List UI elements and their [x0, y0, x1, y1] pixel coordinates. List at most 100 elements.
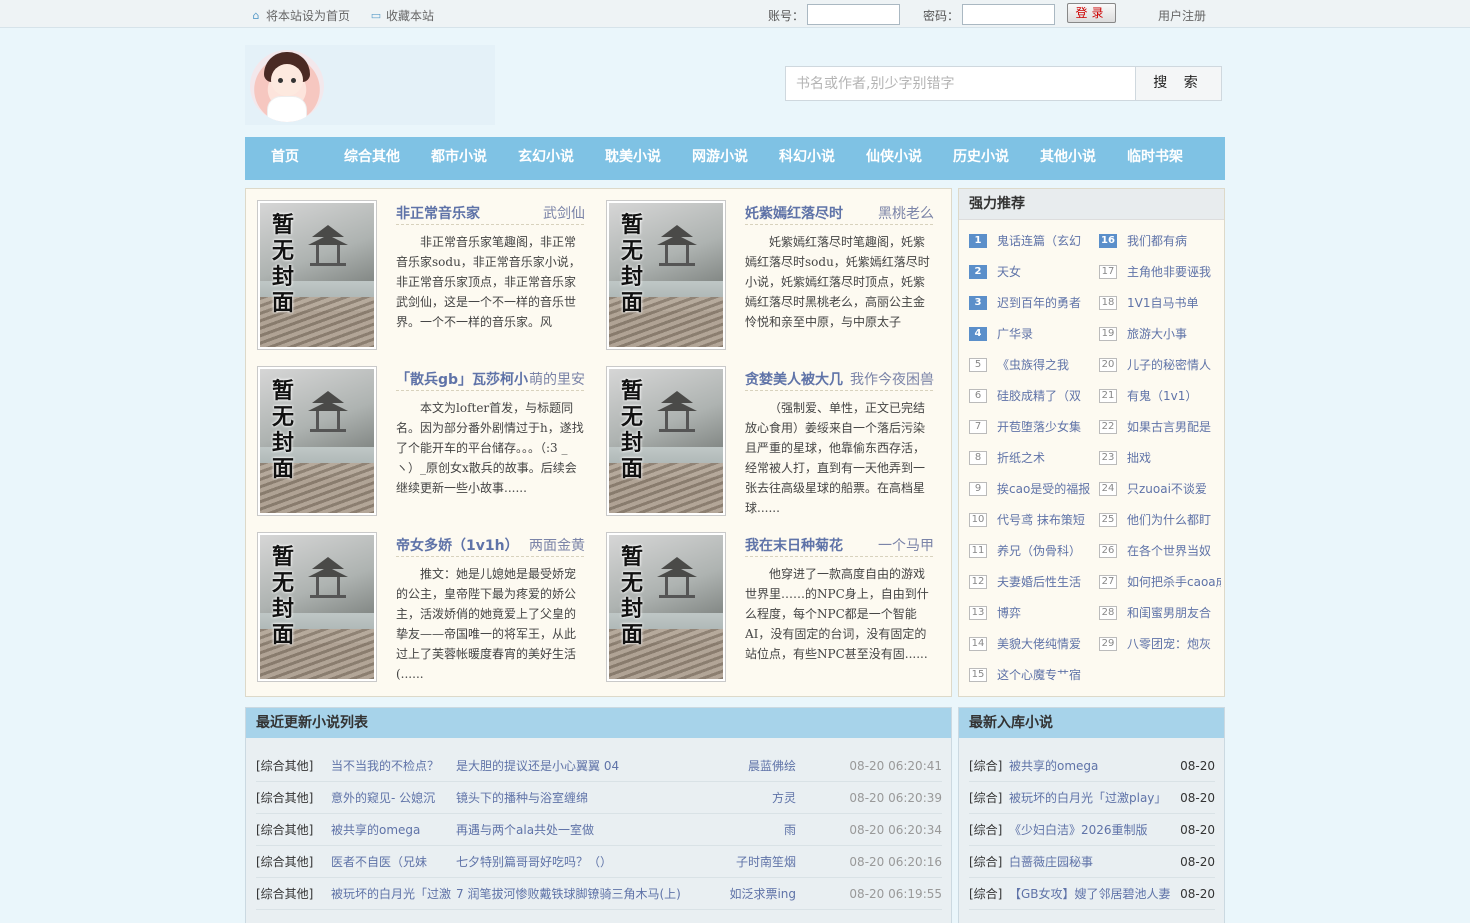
recommend-title[interactable]: 在各个世界当奴: [1127, 542, 1211, 559]
nav-item[interactable]: 综合其他: [332, 137, 412, 180]
recommend-title[interactable]: 养兄（伪骨科）: [997, 542, 1081, 559]
update-chapter[interactable]: 再遇与两个ala共处一室做: [456, 814, 696, 846]
update-category[interactable]: [综合其他]: [256, 750, 326, 782]
recommend-item[interactable]: 7 开苞堕落少女集: [969, 418, 1091, 435]
recommend-title[interactable]: 只zuoai不谈爱: [1127, 480, 1207, 497]
recommend-item[interactable]: 22 如果古言男配是: [1099, 418, 1221, 435]
account-input[interactable]: [807, 4, 900, 25]
update-author[interactable]: 方灵: [706, 782, 796, 814]
recommend-item[interactable]: 3 迟到百年的勇者: [969, 294, 1091, 311]
book-author[interactable]: 黑桃老么: [845, 203, 934, 223]
recommend-title[interactable]: 迟到百年的勇者: [997, 294, 1081, 311]
recommend-title[interactable]: 儿子的秘密情人: [1127, 356, 1211, 373]
nav-item[interactable]: 首页: [245, 137, 325, 180]
login-button[interactable]: 登录: [1067, 3, 1116, 23]
password-input[interactable]: [962, 4, 1055, 25]
book-title[interactable]: 非正常音乐家: [396, 203, 480, 223]
recommend-title[interactable]: 拙戏: [1127, 449, 1151, 466]
update-book-title[interactable]: 医者不自医（兄妹: [331, 846, 451, 878]
newest-category[interactable]: [综合]: [969, 846, 1009, 878]
recommend-item[interactable]: 21 有鬼（1v1）: [1099, 387, 1221, 404]
nav-item[interactable]: 临时书架: [1115, 137, 1195, 180]
recommend-item[interactable]: 24 只zuoai不谈爱: [1099, 480, 1221, 497]
recommend-item[interactable]: 1 鬼话连篇（玄幻: [969, 232, 1091, 249]
recommend-item[interactable]: 8 折纸之术: [969, 449, 1091, 466]
newest-book-title[interactable]: 【GB女攻】嫂了邻居碧池人妻: [1009, 878, 1174, 910]
recommend-item[interactable]: 17 主角他非要诬我: [1099, 263, 1221, 280]
update-chapter[interactable]: 镜头下的播种与浴室缠绵: [456, 782, 696, 814]
recommend-title[interactable]: 《虫族得之我: [997, 356, 1069, 373]
book-author[interactable]: 我作今夜困兽: [845, 369, 934, 389]
bookmark-link[interactable]: ▭ 收藏本站: [370, 7, 434, 24]
recommend-title[interactable]: 1V1自马书单: [1127, 294, 1198, 311]
recommend-item[interactable]: 23 拙戏: [1099, 449, 1221, 466]
book-title[interactable]: 奼紫嫣红落尽时: [745, 203, 843, 223]
newest-category[interactable]: [综合]: [969, 814, 1009, 846]
update-category[interactable]: [综合其他]: [256, 782, 326, 814]
update-chapter[interactable]: 是大胆的提议还是小心翼翼 04: [456, 750, 696, 782]
book-cover-image[interactable]: 暂无封面: [257, 200, 377, 350]
newest-category[interactable]: [综合]: [969, 782, 1009, 814]
book-cover-image[interactable]: 暂无封面: [606, 200, 726, 350]
recommend-item[interactable]: 4 广华录: [969, 325, 1091, 342]
recommend-title[interactable]: 鬼话连篇（玄幻: [997, 232, 1081, 249]
book-cover-image[interactable]: 暂无封面: [606, 366, 726, 516]
recommend-item[interactable]: 28 和闺蜜男朋友合: [1099, 604, 1221, 621]
book-cover-image[interactable]: 暂无封面: [606, 532, 726, 682]
recommend-item[interactable]: 10 代号鸢 抹布策短: [969, 511, 1091, 528]
recommend-title[interactable]: 我们都有病: [1127, 232, 1187, 249]
recommend-title[interactable]: 美貌大佬纯情爱: [997, 635, 1081, 652]
nav-item[interactable]: 玄幻小说: [506, 137, 586, 180]
update-chapter[interactable]: 七夕特别篇哥哥好吃吗？（）: [456, 846, 696, 878]
recommend-item[interactable]: 15 这个心魔专艹宿: [969, 666, 1091, 683]
nav-item[interactable]: 仙侠小说: [854, 137, 934, 180]
recommend-item[interactable]: 13 博弈: [969, 604, 1091, 621]
book-title[interactable]: 贪婪美人被大几: [745, 369, 843, 389]
recommend-item[interactable]: 16 我们都有病: [1099, 232, 1221, 249]
nav-item[interactable]: 历史小说: [941, 137, 1021, 180]
recommend-title[interactable]: 天女: [997, 263, 1021, 280]
nav-item[interactable]: 其他小说: [1028, 137, 1108, 180]
recommend-item[interactable]: 11 养兄（伪骨科）: [969, 542, 1091, 559]
recommend-title[interactable]: 和闺蜜男朋友合: [1127, 604, 1211, 621]
recommend-item[interactable]: 20 儿子的秘密情人: [1099, 356, 1221, 373]
recommend-title[interactable]: 代号鸢 抹布策短: [997, 511, 1085, 528]
search-button[interactable]: 搜 索: [1135, 66, 1222, 101]
recommend-title[interactable]: 他们为什么都盯: [1127, 511, 1211, 528]
update-book-title[interactable]: 意外的窥见- 公媳沉: [331, 782, 451, 814]
nav-item[interactable]: 耽美小说: [593, 137, 673, 180]
recommend-title[interactable]: 挨cao是受的福报: [997, 480, 1090, 497]
recommend-item[interactable]: 19 旅游大小事: [1099, 325, 1221, 342]
newest-book-title[interactable]: 《少妇白洁》2026重制版: [1009, 814, 1174, 846]
update-author[interactable]: 子时南笙烟: [706, 846, 796, 878]
recommend-title[interactable]: 八零团宠：炮灰: [1127, 635, 1211, 652]
book-title[interactable]: 我在末日种菊花: [745, 535, 843, 555]
recommend-title[interactable]: 夫妻婚后性生活: [997, 573, 1081, 590]
recommend-title[interactable]: 旅游大小事: [1127, 325, 1187, 342]
update-author[interactable]: 雨: [706, 814, 796, 846]
recommend-item[interactable]: 9 挨cao是受的福报: [969, 480, 1091, 497]
recommend-title[interactable]: 广华录: [997, 325, 1033, 342]
set-homepage-link[interactable]: ⌂ 将本站设为首页: [250, 7, 351, 24]
recommend-item[interactable]: 18 1V1自马书单: [1099, 294, 1221, 311]
update-chapter[interactable]: 7 润笔拔河惨败戴铁球脚镣骑三角木马(上): [456, 878, 696, 910]
book-author[interactable]: 一个马甲: [845, 535, 934, 555]
recommend-title[interactable]: 主角他非要诬我: [1127, 263, 1211, 280]
recommend-item[interactable]: 14 美貌大佬纯情爱: [969, 635, 1091, 652]
recommend-title[interactable]: 如何把杀手caoa成: [1127, 573, 1221, 590]
book-author[interactable]: 萌的里安: [496, 369, 585, 389]
recommend-title[interactable]: 有鬼（1v1）: [1127, 387, 1197, 404]
book-cover-image[interactable]: 暂无封面: [257, 532, 377, 682]
recommend-item[interactable]: 12 夫妻婚后性生活: [969, 573, 1091, 590]
recommend-item[interactable]: 26 在各个世界当奴: [1099, 542, 1221, 559]
nav-item[interactable]: 都市小说: [419, 137, 499, 180]
update-author[interactable]: 如泛求票ing: [706, 878, 796, 910]
book-author[interactable]: 武剑仙: [496, 203, 585, 223]
newest-category[interactable]: [综合]: [969, 878, 1009, 910]
recommend-item[interactable]: 27 如何把杀手caoa成: [1099, 573, 1221, 590]
update-category[interactable]: [综合其他]: [256, 846, 326, 878]
update-book-title[interactable]: 被玩坏的白月光「过激: [331, 878, 451, 910]
recommend-item[interactable]: 2 天女: [969, 263, 1091, 280]
update-author[interactable]: 晨蓝佛绘: [706, 750, 796, 782]
recommend-item[interactable]: 29 八零团宠：炮灰: [1099, 635, 1221, 652]
